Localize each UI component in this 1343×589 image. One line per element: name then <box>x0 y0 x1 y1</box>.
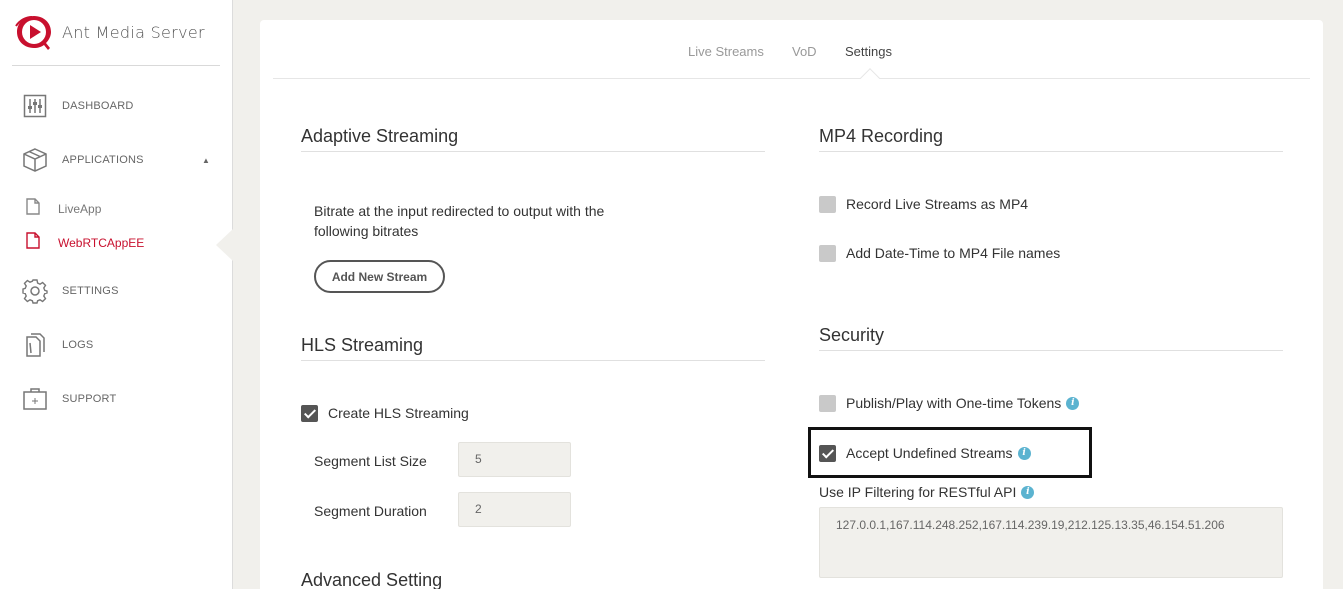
section-divider <box>301 151 765 152</box>
tab-bar: Live Streams VoD Settings <box>273 20 1310 88</box>
segment-list-size-input[interactable]: 5 <box>458 442 571 477</box>
datetime-mp4-checkbox[interactable] <box>819 244 836 262</box>
accept-undefined-checkbox[interactable] <box>819 444 836 462</box>
one-time-tokens-label: Publish/Play with One-time Tokens <box>846 395 1062 411</box>
sidebar-item-applications[interactable]: APPLICATIONS ▲ <box>22 146 210 174</box>
info-icon[interactable]: i <box>1017 446 1031 460</box>
active-app-indicator <box>216 229 233 261</box>
hls-streaming-title: HLS Streaming <box>301 335 424 355</box>
one-time-tokens-row: Publish/Play with One-time Tokens i <box>819 393 1080 413</box>
sidebar-item-label: SUPPORT <box>62 393 117 405</box>
sidebar-item-settings[interactable]: SETTINGS <box>22 277 119 305</box>
documents-icon <box>22 332 48 358</box>
sidebar-app-liveapp[interactable]: LiveApp <box>26 198 102 220</box>
accept-undefined-row: Accept Undefined Streams i <box>819 443 1031 463</box>
brand[interactable]: Ant Media Server <box>14 10 205 54</box>
adaptive-description-line2: following bitrates <box>314 223 419 239</box>
one-time-tokens-checkbox[interactable] <box>819 394 836 412</box>
sidebar-item-dashboard[interactable]: DASHBOARD <box>22 92 133 120</box>
gear-icon <box>22 278 48 304</box>
datetime-mp4-label: Add Date-Time to MP4 File names <box>846 245 1061 261</box>
brand-name: Ant Media Server <box>62 22 205 42</box>
record-mp4-row: Record Live Streams as MP4 <box>819 194 1028 214</box>
sidebar: Ant Media Server DASHBOARD APPLICATIONS … <box>0 0 233 589</box>
segment-duration-label: Segment Duration <box>314 503 427 519</box>
section-divider <box>819 151 1283 152</box>
app-label: LiveApp <box>58 202 102 216</box>
file-icon <box>26 198 40 220</box>
sidebar-item-label: SETTINGS <box>62 285 119 297</box>
datetime-mp4-row: Add Date-Time to MP4 File names <box>819 243 1060 263</box>
info-icon[interactable]: i <box>1021 485 1035 499</box>
security-title: Security <box>819 325 885 345</box>
record-mp4-label: Record Live Streams as MP4 <box>846 196 1029 212</box>
active-tab-indicator <box>860 68 880 88</box>
info-icon[interactable]: i <box>1066 396 1080 410</box>
adaptive-description-line1: Bitrate at the input redirected to outpu… <box>314 203 605 219</box>
caret-up-icon: ▲ <box>202 155 210 165</box>
ip-filter-textarea[interactable]: 127.0.0.1,167.114.248.252,167.114.239.19… <box>819 507 1283 578</box>
tab-vod[interactable]: VoD <box>792 44 817 59</box>
file-icon <box>26 232 40 254</box>
mp4-recording-title: MP4 Recording <box>819 126 944 146</box>
add-new-stream-button[interactable]: Add New Stream <box>314 260 445 293</box>
create-hls-label: Create HLS Streaming <box>328 405 469 421</box>
sidebar-item-label: LOGS <box>62 339 94 351</box>
sidebar-app-webrtcappee[interactable]: WebRTCAppEE <box>26 232 145 254</box>
segment-duration-input[interactable]: 2 <box>458 492 571 527</box>
record-mp4-checkbox[interactable] <box>819 195 836 213</box>
create-hls-checkbox[interactable] <box>301 404 318 422</box>
create-hls-row: Create HLS Streaming <box>301 403 469 423</box>
adaptive-streaming-title: Adaptive Streaming <box>301 126 459 146</box>
sidebar-item-label: APPLICATIONS <box>62 154 144 166</box>
advanced-setting-title: Advanced Setting <box>301 570 443 589</box>
support-box-icon <box>22 386 48 412</box>
box-icon <box>22 147 48 173</box>
ip-filter-label: Use IP Filtering for RESTful API <box>819 484 1017 500</box>
ip-filter-label-row: Use IP Filtering for RESTful API i <box>819 484 1035 500</box>
tab-live-streams[interactable]: Live Streams <box>688 44 764 59</box>
ant-media-logo-icon <box>15 16 51 50</box>
segment-list-size-label: Segment List Size <box>314 453 427 469</box>
sidebar-item-logs[interactable]: LOGS <box>22 331 93 359</box>
sliders-icon <box>22 93 48 119</box>
section-divider <box>301 360 765 361</box>
sidebar-item-support[interactable]: SUPPORT <box>22 385 116 413</box>
app-label: WebRTCAppEE <box>58 236 145 250</box>
sidebar-item-label: DASHBOARD <box>62 100 134 112</box>
accept-undefined-label: Accept Undefined Streams <box>846 445 1013 461</box>
tab-settings[interactable]: Settings <box>845 44 892 59</box>
section-divider <box>819 350 1283 351</box>
brand-divider <box>12 65 220 66</box>
